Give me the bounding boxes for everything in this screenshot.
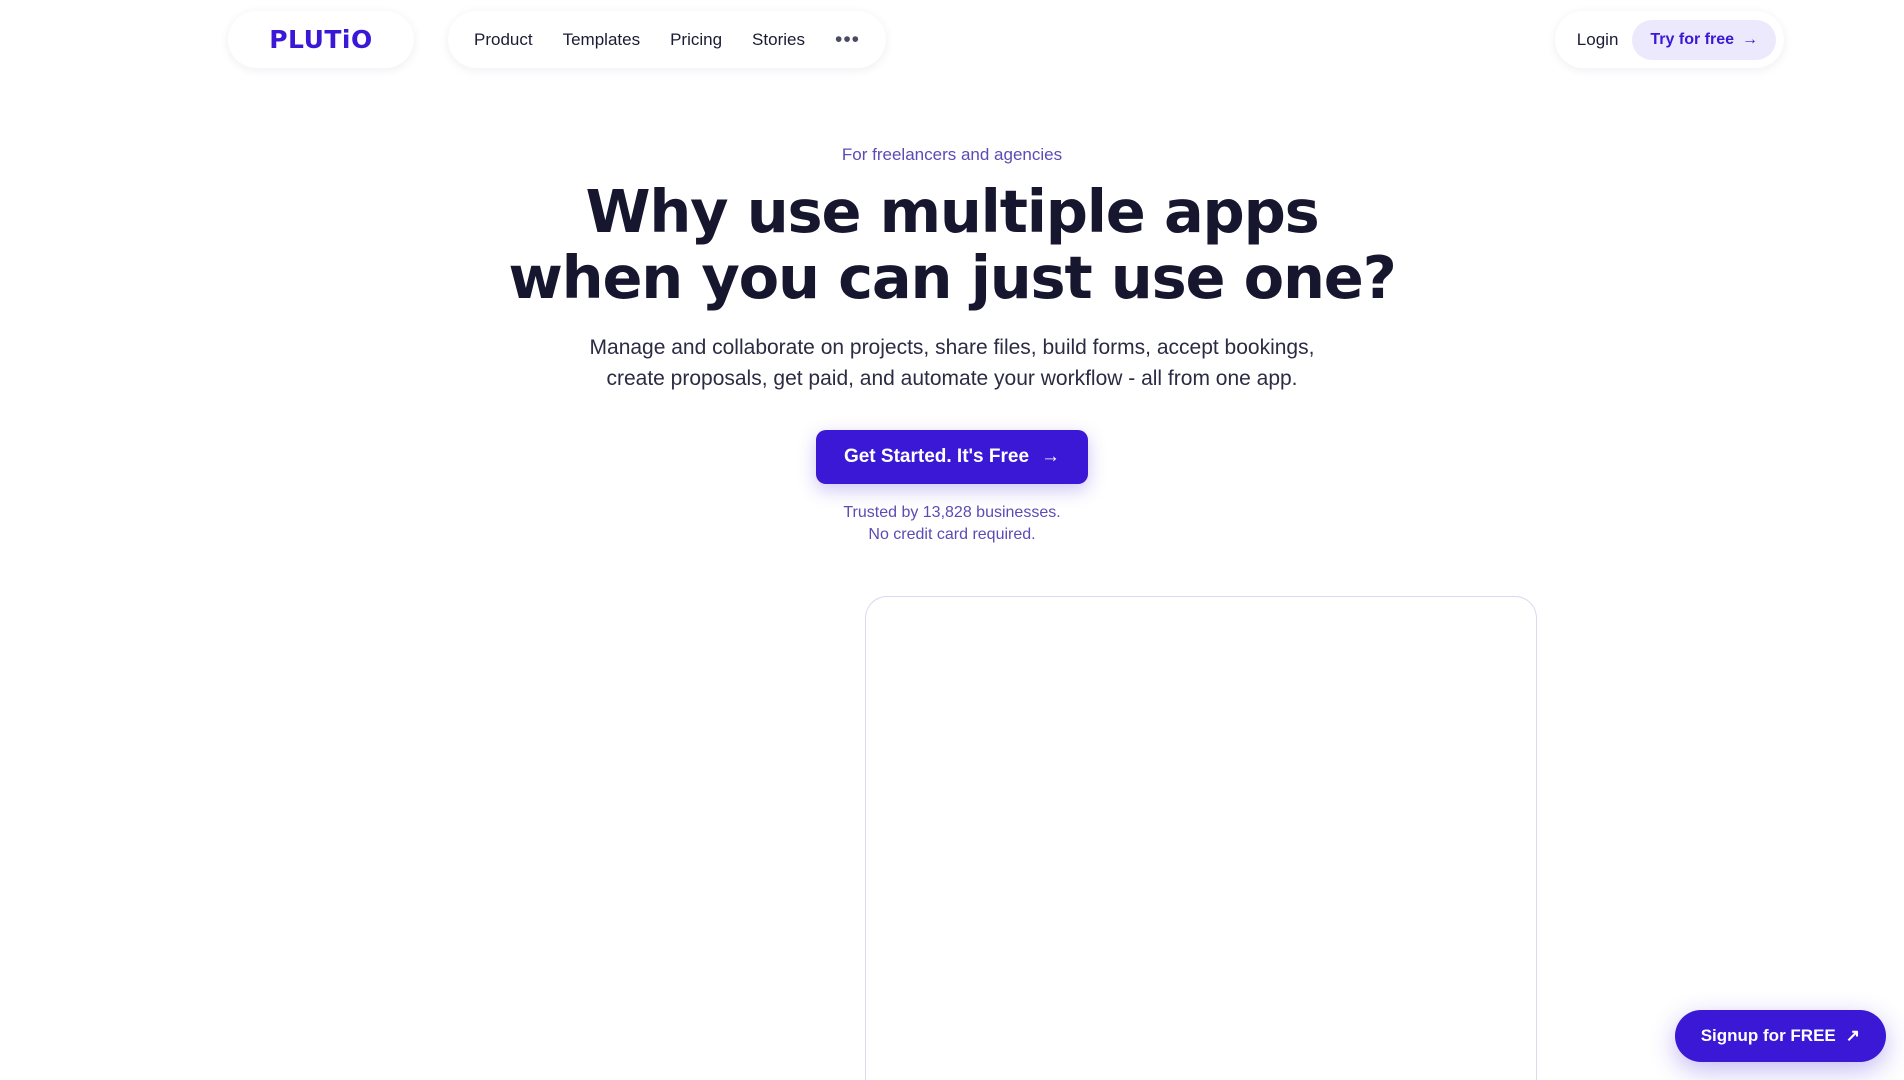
page-title: Why use multiple apps when you can just … bbox=[0, 177, 1904, 313]
showcase-section: To-Do + Create task Educational Post #10… bbox=[0, 560, 1904, 1080]
arrow-up-right-icon: ↗ bbox=[1845, 1026, 1860, 1045]
arrow-right-icon: → bbox=[1041, 446, 1061, 468]
login-link[interactable]: Login bbox=[1577, 30, 1619, 50]
hero-eyebrow: For freelancers and agencies bbox=[841, 145, 1063, 164]
hero-section: For freelancers and agencies Why use mul… bbox=[0, 145, 1904, 547]
feature-panel-frame bbox=[865, 596, 1537, 1080]
get-started-button[interactable]: Get Started. It's Free → bbox=[815, 430, 1089, 485]
logo-button[interactable]: PLUTiO bbox=[228, 11, 414, 68]
hero-title-line1: Why use multiple apps bbox=[585, 177, 1319, 246]
main-nav: Product Templates Pricing Stories ••• bbox=[448, 11, 887, 68]
hero-subtitle-line1: Manage and collaborate on projects, shar… bbox=[589, 336, 1315, 360]
hero-cta-wrap: Get Started. It's Free → bbox=[0, 430, 1904, 485]
nav-item-templates[interactable]: Templates bbox=[563, 30, 640, 50]
landing-page: PLUTiO Product Templates Pricing Stories… bbox=[0, 0, 1904, 1080]
site-header: PLUTiO Product Templates Pricing Stories… bbox=[0, 0, 1904, 80]
more-menu-icon[interactable]: ••• bbox=[835, 29, 860, 50]
trust-text: Trusted by 13,828 businesses. No credit … bbox=[0, 502, 1904, 547]
get-started-label: Get Started. It's Free bbox=[843, 446, 1030, 468]
signup-fab-label: Signup for FREE bbox=[1700, 1026, 1836, 1045]
nav-item-stories[interactable]: Stories bbox=[752, 30, 805, 50]
nav-item-product[interactable]: Product bbox=[474, 30, 533, 50]
hero-subtitle-line2: create proposals, get paid, and automate… bbox=[606, 366, 1298, 390]
arrow-right-icon: → bbox=[1742, 30, 1758, 48]
plutio-logo: PLUTiO bbox=[269, 25, 373, 54]
signup-for-free-fab[interactable]: Signup for FREE ↗ bbox=[1674, 1010, 1886, 1062]
try-for-free-label: Try for free bbox=[1650, 30, 1734, 48]
auth-group: Login Try for free → bbox=[1554, 11, 1784, 68]
try-for-free-button[interactable]: Try for free → bbox=[1632, 19, 1776, 60]
trust-line1: Trusted by 13,828 businesses. bbox=[843, 504, 1061, 522]
hero-subtitle: Manage and collaborate on projects, shar… bbox=[0, 333, 1904, 394]
hero-title-line2: when you can just use one? bbox=[508, 243, 1396, 313]
trust-line2: No credit card required. bbox=[868, 526, 1036, 544]
nav-item-pricing[interactable]: Pricing bbox=[670, 30, 722, 50]
